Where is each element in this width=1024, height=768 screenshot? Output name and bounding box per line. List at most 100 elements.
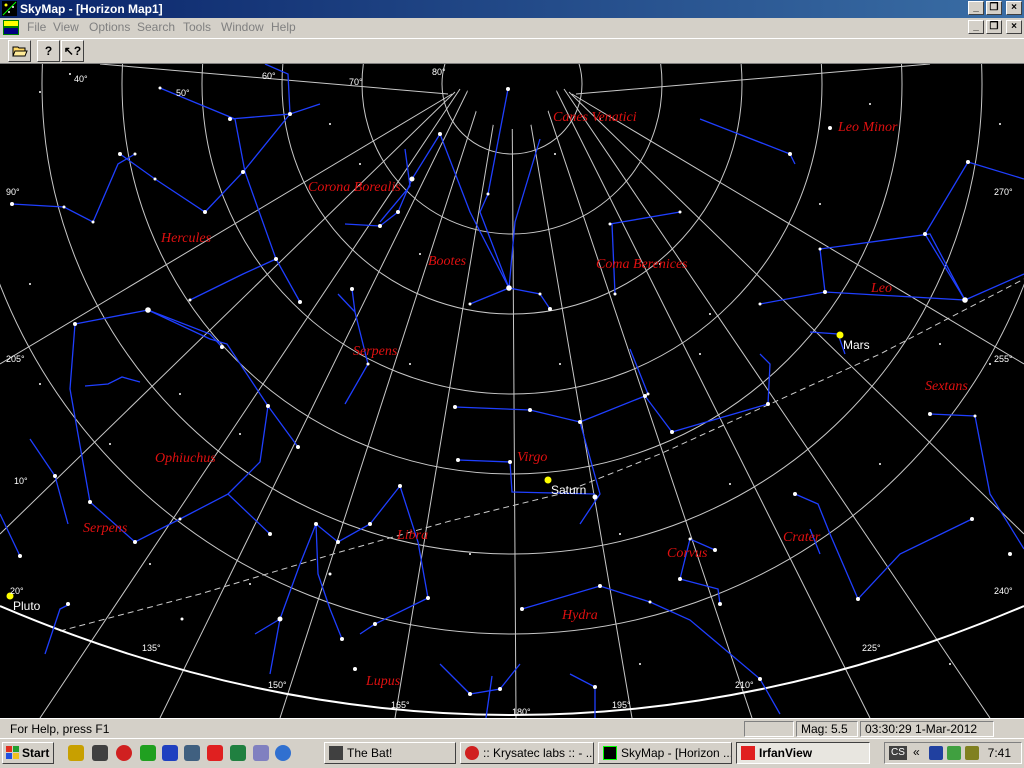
system-tray: CS « 7:41 [884, 742, 1022, 764]
quicklaunch-bat-icon[interactable] [92, 745, 108, 761]
open-button[interactable] [8, 40, 31, 62]
skymap-app-icon [2, 1, 17, 16]
constellation-label: Hercules [160, 231, 212, 246]
quicklaunch-arrow-icon[interactable] [140, 745, 156, 761]
task-skymap[interactable]: SkyMap - [Horizon ... [598, 742, 732, 764]
constellation-label: Lupus [365, 674, 401, 689]
azimuth-tick: 20° [10, 586, 24, 596]
task-krysatec[interactable]: :: Krysatec labs :: - ... [460, 742, 594, 764]
azimuth-tick: 70° [349, 77, 363, 87]
constellation-label: Ophiuchus [155, 451, 216, 466]
tray-app-icon[interactable] [965, 746, 979, 760]
task-label: The Bat! [347, 746, 393, 760]
planet-label-pluto: Pluto [13, 599, 41, 613]
start-label: Start [22, 746, 50, 760]
menu-tools[interactable]: Tools [183, 20, 211, 35]
azimuth-tick: 255° [994, 354, 1013, 364]
restore-button[interactable]: ❐ [986, 1, 1002, 15]
tray-shield-icon[interactable] [929, 746, 943, 760]
document-icon[interactable] [3, 20, 19, 35]
horizon-map[interactable]: Mars Saturn Pluto Canes Venatici Leo Min… [0, 64, 1024, 718]
irfanview-icon [741, 746, 755, 760]
window-title: SkyMap - [Horizon Map1] [20, 2, 163, 16]
mdi-close-button[interactable]: × [1006, 20, 1022, 34]
constellation-label: Crater [783, 530, 821, 545]
quicklaunch-irfanview-icon[interactable] [207, 745, 223, 761]
zenith [467, 64, 557, 129]
task-the-bat[interactable]: The Bat! [324, 742, 456, 764]
taskbar: Start The Bat! :: Krysatec labs :: - ...… [0, 738, 1024, 768]
azimuth-tick: 165° [391, 700, 410, 710]
constellation-label: Canes Venatici [553, 110, 637, 125]
quicklaunch-shield-icon[interactable] [184, 745, 200, 761]
status-help-text: For Help, press F1 [10, 722, 110, 736]
azimuth-tick: 40° [74, 74, 88, 84]
task-irfanview[interactable]: IrfanView [736, 742, 870, 764]
status-magnitude: Mag: 5.5 [796, 721, 858, 737]
azimuth-tick: 210° [735, 680, 754, 690]
azimuth-grid [0, 64, 1024, 718]
constellation-label: Coma Berenices [596, 257, 688, 272]
menu-file[interactable]: File [27, 20, 46, 35]
quicklaunch-app-icon[interactable] [68, 745, 84, 761]
quicklaunch-ie-icon[interactable] [275, 745, 291, 761]
status-bar: For Help, press F1 Mag: 5.5 03:30:29 1-M… [0, 718, 1024, 738]
constellation-label: Corona Borealis [308, 180, 401, 195]
constellation-label: Bootes [428, 254, 467, 269]
constellation-label: Virgo [517, 450, 547, 465]
azimuth-tick: 80° [432, 67, 446, 77]
task-label: IrfanView [759, 746, 813, 760]
folder-open-icon [11, 46, 28, 57]
status-panel-empty [744, 721, 794, 737]
toolbar: ? ↖? [0, 38, 1024, 64]
constellation-label: Serpens [353, 344, 398, 359]
azimuth-tick: 270° [994, 187, 1013, 197]
quicklaunch-info-icon[interactable] [253, 745, 269, 761]
planet-label-mars: Mars [843, 338, 870, 352]
language-indicator[interactable]: CS [889, 746, 907, 760]
task-label: SkyMap - [Horizon ... [621, 746, 732, 760]
menu-help[interactable]: Help [271, 20, 296, 35]
constellation-label: Corvus [667, 546, 708, 561]
azimuth-tick: 135° [142, 643, 161, 653]
skymap-icon [603, 746, 617, 760]
azimuth-tick: 180° [512, 707, 531, 717]
windows-logo-icon [6, 746, 19, 759]
title-bar[interactable]: SkyMap - [Horizon Map1] _ ❐ × [0, 0, 1024, 18]
menu-options[interactable]: Options [89, 20, 130, 35]
menu-view[interactable]: View [53, 20, 79, 35]
constellation-label: Sextans [925, 379, 968, 394]
constellation-label: Leo [870, 281, 892, 296]
menu-search[interactable]: Search [137, 20, 175, 35]
context-help-button[interactable]: ↖? [61, 40, 84, 62]
quicklaunch-opera-icon[interactable] [116, 745, 132, 761]
mdi-restore-button[interactable]: ❐ [986, 20, 1002, 34]
mdi-minimize-button[interactable]: _ [968, 20, 984, 34]
azimuth-tick: 205° [6, 354, 25, 364]
help-button[interactable]: ? [37, 40, 60, 62]
bat-icon [329, 746, 343, 760]
quicklaunch-skymap-icon[interactable] [230, 745, 246, 761]
close-button[interactable]: × [1006, 1, 1022, 15]
task-label: :: Krysatec labs :: - ... [483, 746, 594, 760]
azimuth-tick: 150° [268, 680, 287, 690]
azimuth-tick: 240° [994, 586, 1013, 596]
tray-network-icon[interactable] [947, 746, 961, 760]
azimuth-tick: 225° [862, 643, 881, 653]
status-datetime: 03:30:29 1-Mar-2012 [860, 721, 994, 737]
planet-label-saturn: Saturn [551, 483, 586, 497]
start-button[interactable]: Start [2, 742, 54, 764]
azimuth-tick: 50° [176, 88, 190, 98]
clock[interactable]: 7:41 [988, 746, 1011, 760]
azimuth-tick: 90° [6, 187, 20, 197]
constellation-label: Leo Minor [837, 120, 898, 135]
quicklaunch-disk-icon[interactable] [162, 745, 178, 761]
menu-window[interactable]: Window [221, 20, 264, 35]
context-help-icon: ↖? [63, 44, 82, 58]
minimize-button[interactable]: _ [968, 1, 984, 15]
stars [10, 73, 1012, 696]
help-icon: ? [44, 44, 53, 58]
tray-expand-icon[interactable]: « [913, 745, 920, 759]
constellation-label: Libra [396, 528, 428, 543]
azimuth-tick: 195° [612, 700, 631, 710]
